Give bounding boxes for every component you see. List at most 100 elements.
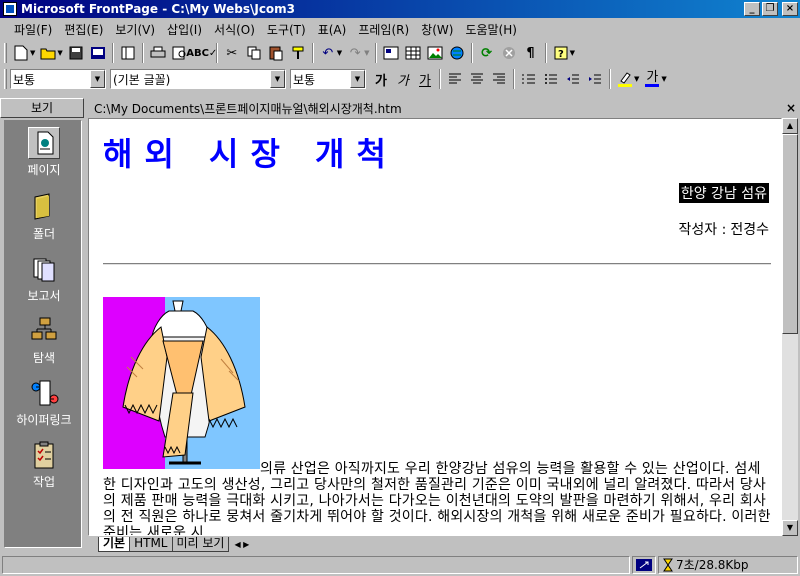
insert-table-button[interactable] bbox=[402, 42, 424, 64]
tab-scroll-arrows-icon[interactable]: ◀ ▶ bbox=[234, 538, 249, 552]
increase-indent-icon bbox=[589, 74, 601, 84]
folder-view-icon bbox=[28, 191, 60, 223]
paste-button[interactable] bbox=[265, 42, 287, 64]
italic-button[interactable]: 가 bbox=[392, 68, 414, 90]
menu-help[interactable]: 도움말(H) bbox=[459, 21, 523, 38]
style-select[interactable]: 보통 ▼ bbox=[10, 69, 106, 89]
table-icon bbox=[405, 46, 421, 60]
numbering-button[interactable] bbox=[518, 68, 540, 90]
view-hyperlinks[interactable]: 하이퍼링크 bbox=[5, 377, 83, 428]
bullets-button[interactable] bbox=[540, 68, 562, 90]
toolbar-grip[interactable] bbox=[4, 69, 7, 89]
open-button[interactable] bbox=[37, 42, 59, 64]
style-dropdown-icon[interactable]: ▼ bbox=[90, 70, 105, 88]
vertical-scrollbar[interactable]: ▲ ▼ bbox=[782, 118, 798, 536]
align-right-button[interactable] bbox=[488, 68, 510, 90]
menu-insert[interactable]: 삽입(I) bbox=[161, 21, 208, 38]
menu-frames[interactable]: 프레임(R) bbox=[352, 21, 415, 38]
font-color-dropdown-icon[interactable]: ▼ bbox=[661, 75, 666, 83]
menu-file[interactable]: 파일(F) bbox=[8, 21, 58, 38]
publish-web-button[interactable] bbox=[87, 42, 109, 64]
minimize-button[interactable]: _ bbox=[744, 2, 760, 16]
show-all-button[interactable]: ¶ bbox=[520, 42, 542, 64]
insert-picture-button[interactable] bbox=[424, 42, 446, 64]
save-button[interactable] bbox=[65, 42, 87, 64]
view-tasks[interactable]: 작업 bbox=[5, 439, 83, 490]
hyperlink-button[interactable] bbox=[446, 42, 468, 64]
restore-button[interactable]: ❐ bbox=[762, 2, 778, 16]
menu-table[interactable]: 표(A) bbox=[312, 21, 353, 38]
font-size-dropdown-icon[interactable]: ▼ bbox=[350, 70, 365, 88]
toolbar-grip[interactable] bbox=[4, 43, 7, 63]
view-navigation[interactable]: 탐색 bbox=[5, 315, 83, 366]
font-value: (기본 글꼴) bbox=[113, 72, 171, 87]
menu-format[interactable]: 서식(O) bbox=[208, 21, 261, 38]
help-dropdown-icon[interactable]: ▼ bbox=[570, 49, 575, 57]
tab-preview[interactable]: 미리 보기 bbox=[171, 537, 230, 552]
align-center-button[interactable] bbox=[466, 68, 488, 90]
toolbar-separator bbox=[609, 69, 611, 89]
increase-indent-button[interactable] bbox=[584, 68, 606, 90]
align-center-icon bbox=[471, 73, 483, 84]
view-folders[interactable]: 폴더 bbox=[5, 191, 83, 242]
menu-edit[interactable]: 편집(E) bbox=[58, 21, 109, 38]
align-right-icon bbox=[493, 73, 505, 84]
format-painter-button[interactable] bbox=[287, 42, 309, 64]
download-time-pane: 7초/28.8Kbp bbox=[658, 555, 798, 574]
copy-icon bbox=[247, 46, 261, 60]
new-dropdown-icon[interactable]: ▼ bbox=[30, 49, 35, 57]
new-page-button[interactable] bbox=[10, 42, 32, 64]
scroll-up-arrow-icon[interactable]: ▲ bbox=[782, 118, 798, 134]
undo-button[interactable]: ↶ bbox=[317, 42, 339, 64]
bold-button[interactable]: 가 bbox=[370, 68, 392, 90]
font-size-value: 보통 bbox=[293, 72, 316, 87]
view-navigation-label: 탐색 bbox=[32, 351, 56, 365]
scroll-thumb[interactable] bbox=[782, 134, 798, 334]
highlight-color-button[interactable] bbox=[614, 68, 636, 90]
print-button[interactable] bbox=[147, 42, 169, 64]
save-disk-icon bbox=[69, 46, 83, 60]
redo-dropdown-icon[interactable]: ▼ bbox=[364, 49, 369, 57]
author-line: 작성자 : 전경수 bbox=[679, 219, 769, 239]
underline-button[interactable]: 가 bbox=[414, 68, 436, 90]
align-left-button[interactable] bbox=[444, 68, 466, 90]
title-bar[interactable]: Microsoft FrontPage - C:\My Webs\Jcom3 _… bbox=[0, 0, 800, 18]
folder-list-button[interactable] bbox=[117, 42, 139, 64]
toolbar-separator bbox=[470, 43, 473, 63]
document-close-icon[interactable]: × bbox=[786, 101, 796, 115]
view-page-label: 페이지 bbox=[27, 163, 61, 177]
close-button[interactable]: × bbox=[782, 2, 798, 16]
menu-tools[interactable]: 도구(T) bbox=[261, 21, 312, 38]
redo-button[interactable]: ↷ bbox=[344, 42, 366, 64]
scarf-mannequin-image[interactable] bbox=[103, 297, 260, 469]
font-select[interactable]: (기본 글꼴) ▼ bbox=[110, 69, 286, 89]
scissors-icon: ✂ bbox=[226, 45, 238, 61]
menu-view[interactable]: 보기(V) bbox=[109, 21, 161, 38]
tab-normal[interactable]: 기본 bbox=[98, 537, 131, 552]
font-size-select[interactable]: 보통 ▼ bbox=[290, 69, 366, 89]
document-path: C:\My Documents\프론트페이지매뉴얼\해외시장개척.htm bbox=[94, 101, 402, 116]
align-left-icon bbox=[449, 73, 461, 84]
undo-dropdown-icon[interactable]: ▼ bbox=[337, 49, 342, 57]
copy-button[interactable] bbox=[243, 42, 265, 64]
decrease-indent-button[interactable] bbox=[562, 68, 584, 90]
font-dropdown-icon[interactable]: ▼ bbox=[270, 70, 285, 88]
insert-component-button[interactable] bbox=[380, 42, 402, 64]
help-button[interactable]: ? bbox=[550, 42, 572, 64]
scroll-down-arrow-icon[interactable]: ▼ bbox=[782, 520, 798, 536]
open-dropdown-icon[interactable]: ▼ bbox=[57, 49, 62, 57]
page-editor[interactable]: 해외 시장 개척 한양 강남 섬유 작성자 : 전경수 의류 산업은 아직까지도… bbox=[88, 118, 782, 536]
hyperlinks-view-icon bbox=[28, 377, 60, 409]
spelling-check-icon: ABC✓ bbox=[186, 47, 218, 59]
spelling-button[interactable]: ABC✓ bbox=[186, 42, 217, 64]
frontpage-app-icon[interactable] bbox=[3, 2, 17, 16]
stop-button[interactable] bbox=[498, 42, 520, 64]
view-page[interactable]: 페이지 bbox=[5, 127, 83, 178]
view-reports[interactable]: 보고서 bbox=[5, 253, 83, 304]
font-color-button[interactable]: 가 bbox=[641, 68, 663, 90]
cut-button[interactable]: ✂ bbox=[221, 42, 243, 64]
highlight-dropdown-icon[interactable]: ▼ bbox=[634, 75, 639, 83]
tab-html[interactable]: HTML bbox=[129, 537, 173, 552]
refresh-button[interactable]: ⟳ bbox=[476, 42, 498, 64]
menu-window[interactable]: 창(W) bbox=[415, 21, 459, 38]
